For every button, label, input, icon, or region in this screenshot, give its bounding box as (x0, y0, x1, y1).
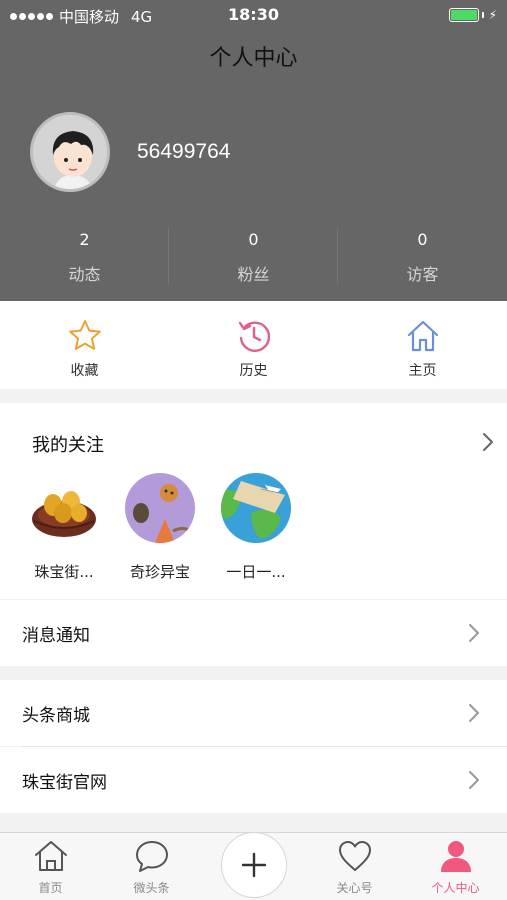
history-button[interactable]: 历史 (169, 301, 338, 389)
notifications-row[interactable]: 消息通知 (0, 600, 507, 666)
star-icon (68, 320, 101, 350)
stat-posts-label: 动态 (68, 265, 101, 284)
home-icon (407, 320, 438, 352)
publish-button[interactable] (221, 832, 287, 898)
homepage-label: 主页 (408, 363, 437, 379)
history-icon (238, 321, 270, 352)
stat-fans-value: 0 (248, 230, 259, 249)
following-item[interactable]: 一日一... (220, 473, 292, 582)
status-bar: 中国移动 4G 18:30 ⚡ (0, 0, 507, 30)
history-label: 历史 (239, 363, 268, 379)
tab-profile-label: 个人中心 (431, 881, 480, 895)
tab-home-label: 首页 (38, 881, 63, 895)
notifications-label: 消息通知 (22, 626, 90, 646)
stat-visitors-label: 访客 (406, 265, 439, 284)
following-title: 我的关注 (32, 435, 104, 456)
stat-posts[interactable]: 2 动态 (0, 226, 169, 286)
following-item[interactable]: 珠宝街... (28, 473, 100, 582)
travel-globe-image (221, 473, 291, 543)
tab-micro-headlines[interactable]: 微头条 (101, 833, 202, 900)
stat-visitors[interactable]: 0 访客 (338, 226, 507, 286)
quick-actions: 收藏 历史 主页 (0, 301, 507, 389)
following-list: 珠宝街... 奇珍异宝 一日一... (28, 473, 292, 582)
official-site-label: 珠宝街官网 (22, 773, 107, 793)
tab-micro-headlines-label: 微头条 (133, 881, 170, 895)
username: 56499764 (137, 140, 231, 163)
following-name: 珠宝街... (34, 563, 94, 581)
chevron-right-icon (469, 704, 479, 722)
official-site-row[interactable]: 珠宝街官网 (0, 747, 507, 813)
treasure-still-life-image (125, 473, 195, 543)
tab-home[interactable]: 首页 (0, 833, 101, 900)
tab-care[interactable]: 关心号 (304, 833, 405, 900)
homepage-button[interactable]: 主页 (338, 301, 507, 389)
cartoon-boy-avatar-icon (33, 115, 107, 189)
following-name: 一日一... (226, 563, 286, 581)
following-name: 奇珍异宝 (129, 563, 190, 581)
home-icon (34, 841, 67, 871)
stat-fans[interactable]: 0 粉丝 (169, 226, 338, 286)
avatar[interactable] (30, 112, 110, 192)
plus-icon (241, 852, 267, 878)
stat-visitors-value: 0 (417, 230, 428, 249)
battery-icon: ⚡ (448, 8, 497, 22)
tab-profile[interactable]: 个人中心 (405, 833, 506, 900)
heart-icon (338, 841, 371, 871)
chevron-right-icon (469, 771, 479, 789)
chevron-right-icon[interactable] (481, 431, 495, 453)
profile-header: 中国移动 4G 18:30 ⚡ 个人中心 56499764 2 动态 0 粉丝 … (0, 0, 507, 301)
clock: 18:30 (228, 5, 279, 24)
stat-fans-label: 粉丝 (237, 265, 270, 284)
tab-care-label: 关心号 (336, 881, 373, 895)
shop-row[interactable]: 头条商城 (0, 680, 507, 746)
stats-row: 2 动态 0 粉丝 0 访客 (0, 226, 507, 286)
chat-bubble-icon (135, 841, 168, 872)
following-item[interactable]: 奇珍异宝 (124, 473, 196, 582)
stat-posts-value: 2 (79, 230, 90, 249)
following-section: 我的关注 珠宝街... 奇珍异宝 一日一... (0, 403, 507, 599)
person-icon (440, 841, 471, 872)
chevron-right-icon (469, 624, 479, 642)
page-title: 个人中心 (209, 46, 298, 71)
favorites-button[interactable]: 收藏 (0, 301, 169, 389)
golden-eggs-nest-image (29, 473, 99, 543)
favorites-label: 收藏 (70, 363, 99, 379)
shop-label: 头条商城 (22, 706, 90, 726)
